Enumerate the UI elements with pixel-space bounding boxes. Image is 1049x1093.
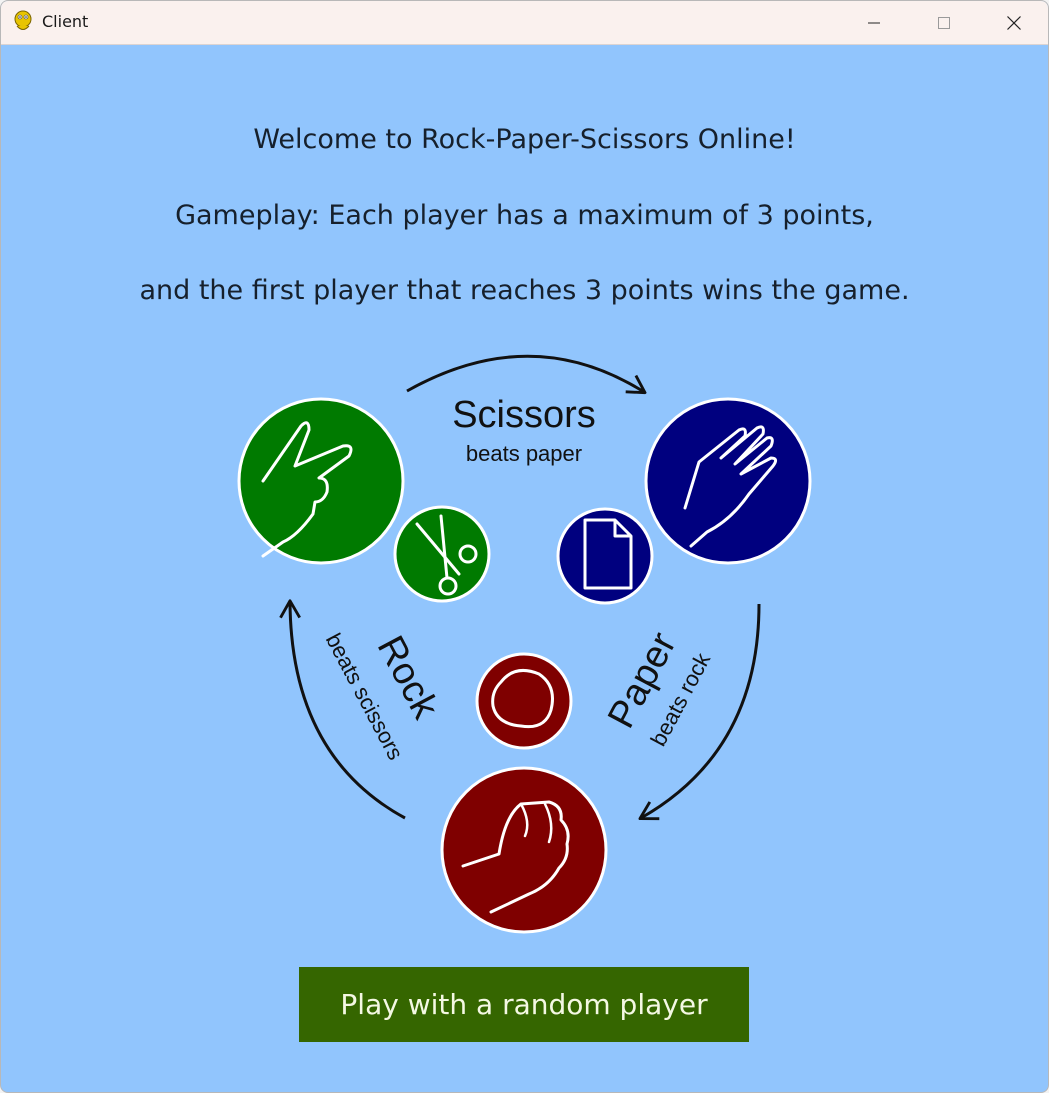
arrow-rock-to-scissors (279, 599, 406, 820)
scissors-icon (393, 505, 491, 603)
main-content: Welcome to Rock-Paper-Scissors Online! G… (1, 46, 1048, 1092)
rock-hand-icon (440, 766, 608, 934)
client-window: Client Welcome to Rock-Paper-Scissors On… (0, 0, 1049, 1093)
close-icon (1007, 16, 1021, 30)
maximize-button[interactable] (909, 1, 979, 45)
close-button[interactable] (979, 1, 1048, 45)
window-title: Client (42, 12, 89, 31)
scissors-hand-icon (237, 397, 405, 565)
arrow-scissors-to-paper (406, 354, 647, 395)
paper-sheet-icon (556, 507, 654, 605)
python-icon (11, 9, 35, 33)
title-bar[interactable]: Client (1, 1, 1048, 45)
maximize-icon (938, 17, 950, 29)
rock-stone-icon (475, 652, 573, 750)
minimize-button[interactable] (839, 1, 909, 45)
scissors-beats-label: beats paper (466, 441, 582, 466)
minimize-icon (868, 22, 880, 24)
rules-diagram: Scissors beats paper Rock beats scissors… (237, 354, 812, 934)
scissors-label: Scissors (452, 394, 596, 436)
paper-hand-icon (644, 397, 812, 565)
play-random-player-button[interactable]: Play with a random player (299, 967, 749, 1042)
